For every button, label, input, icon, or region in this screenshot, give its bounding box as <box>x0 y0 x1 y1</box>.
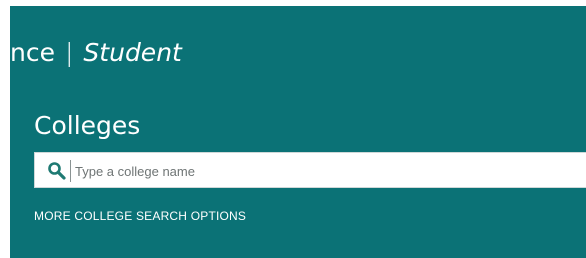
search-icon[interactable] <box>47 161 67 181</box>
brand-separator: | <box>64 38 74 67</box>
section-title: Colleges <box>34 111 141 140</box>
site-brand[interactable]: nce | Student <box>10 35 182 71</box>
search-panel: nce | Student Colleges MORE COLLEGE SEARCH… <box>10 6 586 258</box>
college-search-box[interactable] <box>34 152 586 188</box>
brand-subtitle: Student <box>83 38 182 67</box>
brand-name-fragment: nce <box>10 38 55 67</box>
college-name-input[interactable] <box>70 160 580 182</box>
more-search-options-link[interactable]: MORE COLLEGE SEARCH OPTIONS <box>34 209 246 223</box>
